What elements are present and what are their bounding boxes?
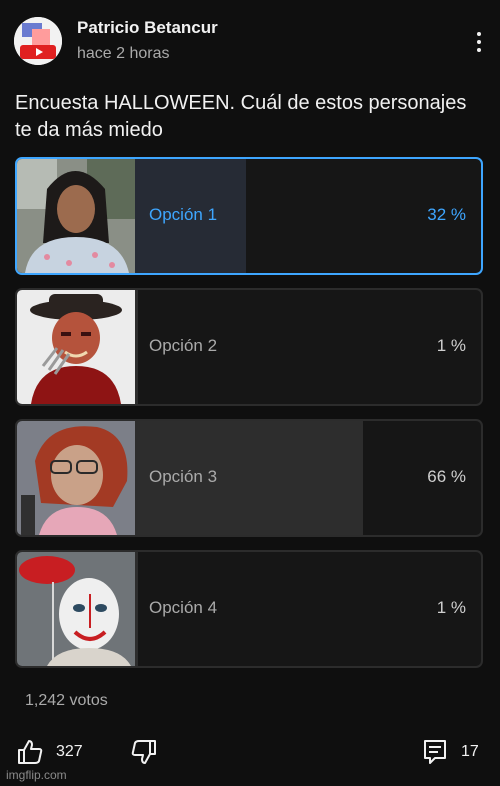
poll-option-3[interactable]: Opción 3 66 % — [15, 419, 483, 537]
option-4-percent: 1 % — [436, 598, 466, 617]
poll-option-1[interactable]: Opción 1 32 % — [15, 157, 483, 275]
option-2-label: Opción 2 — [149, 336, 218, 355]
option-3-label: Opción 3 — [149, 467, 218, 486]
post-time: hace 2 horas — [77, 45, 170, 62]
more-options-icon[interactable] — [468, 28, 490, 56]
thumbs-up-icon — [18, 740, 43, 764]
like-button[interactable]: 327 — [16, 735, 83, 769]
dislike-button[interactable] — [130, 735, 158, 769]
poll-option-4[interactable]: Opción 4 1 % — [15, 550, 483, 668]
like-count: 327 — [56, 743, 83, 760]
option-1-percent: 32 % — [427, 205, 466, 224]
option-2-image — [17, 290, 135, 404]
post-title: Encuesta HALLOWEEN. Cuál de estos person… — [15, 92, 467, 141]
option-4-label: Opción 4 — [149, 598, 218, 617]
watermark: imgflip.com — [6, 768, 67, 782]
author-avatar[interactable] — [14, 17, 62, 65]
option-3-percent: 66 % — [427, 467, 466, 486]
thumbs-down-icon — [131, 740, 156, 764]
option-4-result-bar — [135, 552, 138, 666]
option-4-image — [17, 552, 135, 666]
comment-count: 17 — [461, 743, 479, 760]
comment-icon — [424, 740, 446, 764]
option-1-label: Opción 1 — [149, 205, 218, 224]
option-2-result-bar — [135, 290, 138, 404]
comments-button[interactable]: 17 — [421, 735, 479, 769]
poll-option-2[interactable]: Opción 2 1 % — [15, 288, 483, 406]
post-header: Patricio Betancur hace 2 horas — [0, 0, 500, 80]
option-3-image — [17, 421, 135, 535]
option-1-image — [17, 159, 135, 273]
author-name[interactable]: Patricio Betancur — [77, 18, 218, 38]
vote-count: 1,242 votos — [25, 692, 108, 709]
option-2-percent: 1 % — [436, 336, 466, 355]
